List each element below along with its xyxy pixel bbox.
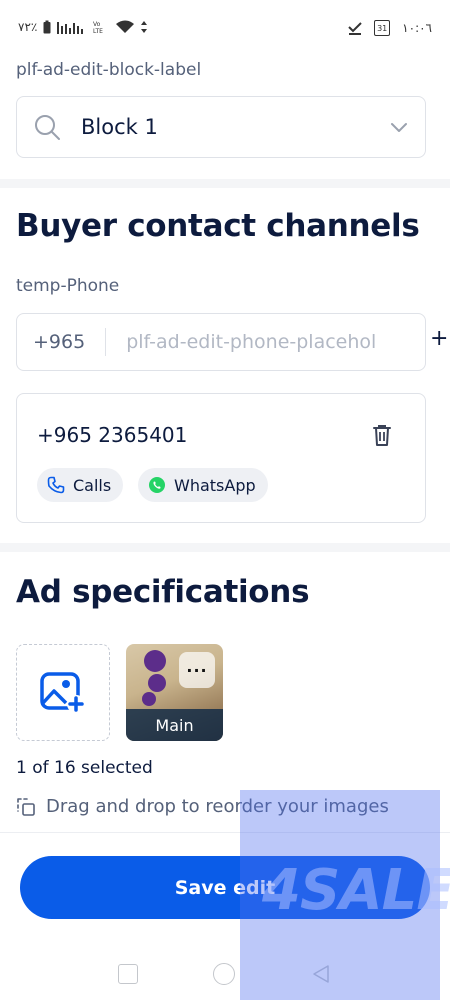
back-icon[interactable] xyxy=(310,963,332,985)
block-field-label: plf-ad-edit-block-label xyxy=(16,60,202,80)
whatsapp-icon xyxy=(149,477,165,493)
status-left: ٧٢٪ Vo LTE xyxy=(18,20,148,34)
calls-chip[interactable]: Calls xyxy=(37,468,124,502)
phone-input[interactable]: +965 plf-ad-edit-phone-placehol xyxy=(16,313,426,371)
battery-icon xyxy=(43,20,51,34)
clock: ١٠:٠٦ xyxy=(402,21,432,35)
volte-icon: VoLTE xyxy=(93,21,103,34)
chevron-down-icon xyxy=(391,123,407,132)
main-image-thumbnail[interactable]: ··· Main xyxy=(126,644,223,741)
block-select-value: Block 1 xyxy=(81,115,158,139)
search-icon xyxy=(35,115,60,140)
contact-section-title: Buyer contact channels xyxy=(16,208,420,244)
section-divider xyxy=(0,543,450,552)
specs-section-title: Ad specifications xyxy=(16,574,310,610)
country-code[interactable]: +965 xyxy=(33,331,85,353)
data-arrows-icon xyxy=(141,21,148,33)
phone-input-separator xyxy=(105,328,107,356)
home-button[interactable] xyxy=(212,963,235,985)
download-done-icon xyxy=(348,22,362,35)
section-divider xyxy=(0,179,450,188)
system-nav-bar xyxy=(0,948,450,1000)
svg-text:Vo: Vo xyxy=(93,21,101,28)
wifi-icon xyxy=(116,20,135,33)
add-phone-button[interactable]: + xyxy=(430,328,448,350)
phone-placeholder: plf-ad-edit-phone-placehol xyxy=(126,331,377,353)
svg-text:LTE: LTE xyxy=(93,28,103,34)
thumbnail-flower xyxy=(144,650,166,672)
watermark-logo: 4SALE xyxy=(262,858,450,923)
status-bar: ٧٢٪ Vo LTE 31 ١٠:٠٦ xyxy=(0,0,450,60)
calls-chip-label: Calls xyxy=(73,475,112,495)
add-photo-icon xyxy=(40,671,85,713)
phone-icon xyxy=(47,476,65,494)
whatsapp-chip-label: WhatsApp xyxy=(174,475,256,495)
trash-icon[interactable] xyxy=(371,423,393,447)
thumbnail-flower xyxy=(148,674,166,692)
thumbnail-flower xyxy=(142,692,156,706)
reorder-hint-text: Drag and drop to reorder your images xyxy=(46,796,389,817)
recents-button[interactable] xyxy=(117,964,138,984)
contact-number: +965 2365401 xyxy=(37,423,188,447)
main-image-label: Main xyxy=(126,709,223,741)
whatsapp-chip[interactable]: WhatsApp xyxy=(138,468,268,502)
contact-card: +965 2365401 Calls WhatsApp xyxy=(16,393,426,523)
selected-count: 1 of 16 selected xyxy=(16,758,153,778)
signal-icon xyxy=(57,22,84,34)
battery-percent: ٧٢٪ xyxy=(18,20,38,34)
add-image-button[interactable] xyxy=(16,644,110,741)
image-more-button[interactable]: ··· xyxy=(179,652,215,688)
phone-field-label: temp-Phone xyxy=(16,276,120,296)
reorder-icon xyxy=(17,797,35,816)
reorder-hint: Drag and drop to reorder your images xyxy=(16,796,389,817)
calendar-icon: 31 xyxy=(374,20,391,36)
block-select[interactable]: Block 1 xyxy=(16,96,426,158)
status-right: 31 ١٠:٠٦ xyxy=(348,20,432,36)
